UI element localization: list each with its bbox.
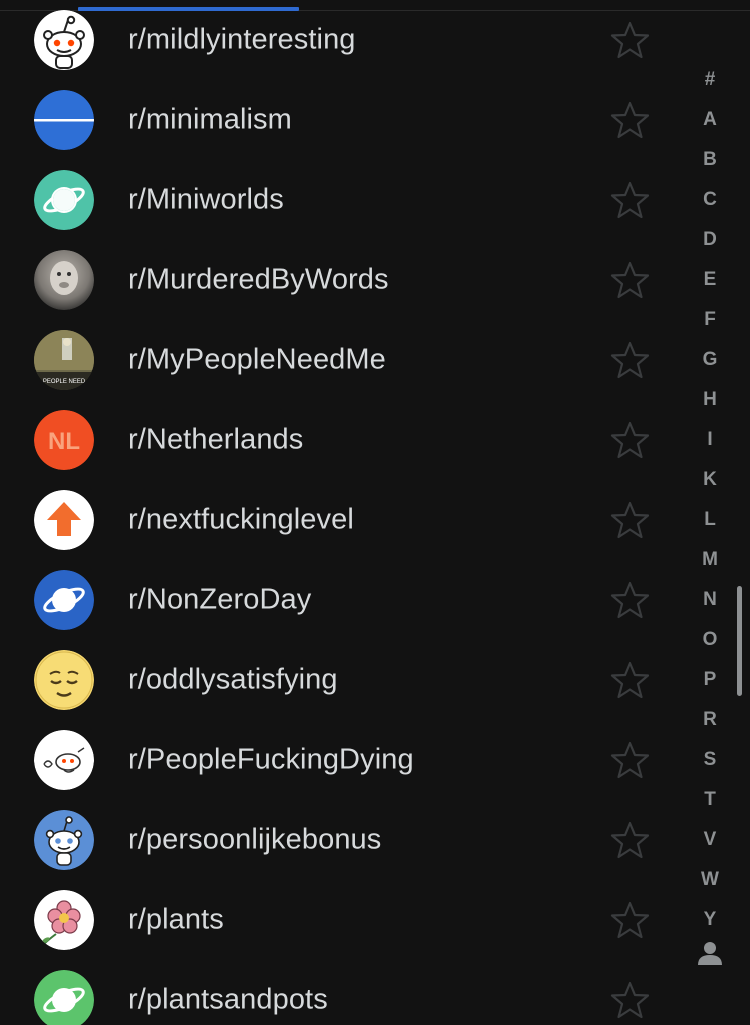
alpha-index-item[interactable]: C <box>690 180 730 220</box>
alpha-index-item[interactable]: E <box>690 260 730 300</box>
alpha-index-item[interactable]: M <box>690 540 730 580</box>
alpha-index-item[interactable]: R <box>690 700 730 740</box>
community-name: r/Miniworlds <box>128 183 284 216</box>
photo-avatar-icon <box>34 250 94 310</box>
alpha-index-item[interactable]: T <box>690 780 730 820</box>
community-name: r/oddlysatisfying <box>128 663 338 696</box>
planet-icon <box>34 570 94 630</box>
community-row-oddlysatisfying[interactable]: r/oddlysatisfying <box>0 640 690 720</box>
alpha-index-item[interactable]: A <box>690 100 730 140</box>
star-icon[interactable] <box>610 580 650 620</box>
nl-logo-icon: NL <box>34 410 94 470</box>
alpha-index-item[interactable]: H <box>690 380 730 420</box>
star-icon[interactable] <box>610 660 650 700</box>
alpha-index-item[interactable]: O <box>690 620 730 660</box>
community-name: r/PeopleFuckingDying <box>128 743 414 776</box>
community-row-plants[interactable]: r/plants <box>0 880 690 960</box>
community-name: r/MurderedByWords <box>128 263 389 296</box>
community-row-netherlands[interactable]: NL r/Netherlands <box>0 400 690 480</box>
star-icon[interactable] <box>610 340 650 380</box>
community-row-minimalism[interactable]: r/minimalism <box>0 80 690 160</box>
star-icon[interactable] <box>610 740 650 780</box>
star-icon[interactable] <box>610 500 650 540</box>
alpha-index-item[interactable]: N <box>690 580 730 620</box>
alpha-index-item[interactable]: L <box>690 500 730 540</box>
planet-icon <box>34 170 94 230</box>
star-icon[interactable] <box>610 980 650 1020</box>
alpha-index-item[interactable]: # <box>690 60 730 100</box>
community-name: r/minimalism <box>128 103 292 136</box>
community-row-plantsandpots[interactable]: r/plantsandpots <box>0 960 690 1025</box>
star-icon[interactable] <box>610 260 650 300</box>
star-icon[interactable] <box>610 820 650 860</box>
subreddit-list-screen: r/mildlyinteresting r/minimalism r/Miniw… <box>0 0 750 1025</box>
community-name: r/plantsandpots <box>128 983 328 1016</box>
alpha-index-item[interactable]: W <box>690 860 730 900</box>
alpha-index-item[interactable]: Y <box>690 900 730 940</box>
flower-icon <box>34 890 94 950</box>
community-row-miniworlds[interactable]: r/Miniworlds <box>0 160 690 240</box>
alpha-index-item[interactable]: S <box>690 740 730 780</box>
community-name: r/nextfuckinglevel <box>128 503 354 536</box>
community-row-mypeopleneedme[interactable]: PEOPLE NEED r/MyPeopleNeedMe <box>0 320 690 400</box>
alphabet-index[interactable]: # A B C D E F G H I K L M N O P R S T V … <box>690 60 730 990</box>
community-name: r/plants <box>128 903 224 936</box>
community-list[interactable]: r/mildlyinteresting r/minimalism r/Miniw… <box>0 0 690 1025</box>
person-icon[interactable] <box>697 940 723 966</box>
community-name: r/MyPeopleNeedMe <box>128 343 386 376</box>
community-row-murderedbywords[interactable]: r/MurderedByWords <box>0 240 690 320</box>
star-icon[interactable] <box>610 420 650 460</box>
community-row-peoplefuckingdying[interactable]: r/PeopleFuckingDying <box>0 720 690 800</box>
community-row-mildlyinteresting[interactable]: r/mildlyinteresting <box>0 0 690 80</box>
alpha-index-item[interactable]: V <box>690 820 730 860</box>
star-icon[interactable] <box>610 20 650 60</box>
community-row-persoonlijkebonus[interactable]: r/persoonlijkebonus <box>0 800 690 880</box>
photo-avatar-icon: PEOPLE NEED <box>34 330 94 390</box>
star-icon[interactable] <box>610 900 650 940</box>
community-row-nextfuckinglevel[interactable]: r/nextfuckinglevel <box>0 480 690 560</box>
alpha-index-item[interactable]: D <box>690 220 730 260</box>
community-name: r/persoonlijkebonus <box>128 823 382 856</box>
community-row-nonzeroday[interactable]: r/NonZeroDay <box>0 560 690 640</box>
community-name: r/mildlyinteresting <box>128 23 356 56</box>
alpha-index-item[interactable]: G <box>690 340 730 380</box>
avatar-caption: PEOPLE NEED <box>43 379 86 385</box>
avatar-text: NL <box>48 428 80 455</box>
snoo-icon <box>34 10 94 70</box>
alpha-index-item[interactable]: P <box>690 660 730 700</box>
minimal-line-icon <box>34 90 94 150</box>
community-name: r/Netherlands <box>128 423 304 456</box>
up-arrow-icon <box>34 490 94 550</box>
planet-icon <box>34 970 94 1025</box>
sketch-snoo-icon <box>34 730 94 790</box>
star-icon[interactable] <box>610 100 650 140</box>
alpha-index-item[interactable]: B <box>690 140 730 180</box>
scrollbar[interactable] <box>737 586 742 696</box>
snoo-icon <box>34 810 94 870</box>
community-name: r/NonZeroDay <box>128 583 312 616</box>
star-icon[interactable] <box>610 180 650 220</box>
alpha-index-item[interactable]: F <box>690 300 730 340</box>
alpha-index-item[interactable]: I <box>690 420 730 460</box>
alpha-index-item[interactable]: K <box>690 460 730 500</box>
relieved-face-icon <box>34 650 94 710</box>
